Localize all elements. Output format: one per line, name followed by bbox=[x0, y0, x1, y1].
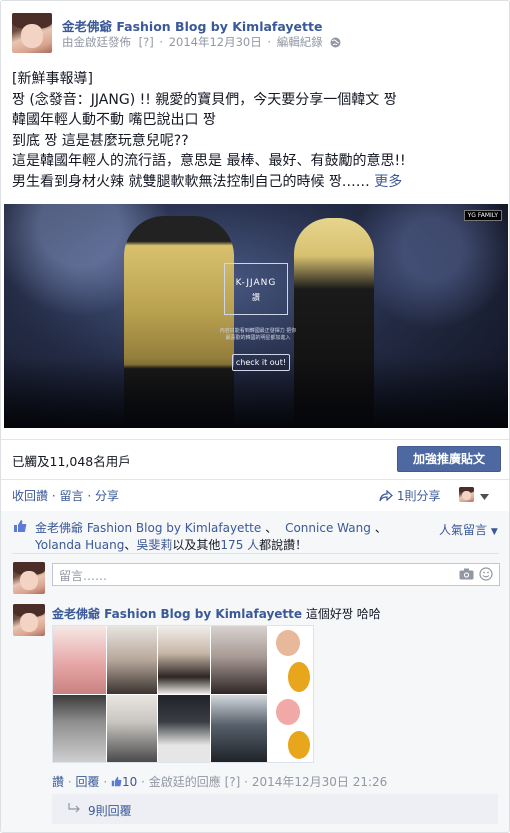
help-link[interactable]: [?] bbox=[139, 35, 154, 49]
comment-by[interactable]: 金啟廷的回應 bbox=[149, 775, 221, 789]
collage-photo bbox=[107, 626, 157, 694]
edit-history-link[interactable]: 編輯紀錄 bbox=[277, 35, 323, 49]
link-preview-image[interactable]: YG FAMILY K-JJANG 讚 內容只能看到韓國最正發揮力 把你最喜歡的… bbox=[4, 204, 508, 428]
comment-author[interactable]: 金老佛爺 Fashion Blog by Kimlafayette bbox=[52, 607, 302, 621]
post-line: [新鮮事報導] bbox=[12, 71, 93, 87]
k-jjang-title: K-JJANG bbox=[235, 278, 277, 288]
post-line: 男生看到身材火辣 就雙腿軟軟無法控制自己的時候 짱…… 更多 bbox=[12, 172, 406, 193]
divider bbox=[1, 479, 509, 480]
commenter-avatar[interactable] bbox=[13, 604, 45, 636]
comment-text: 這個好짱 哈哈 bbox=[305, 607, 381, 621]
brand-tag: YG FAMILY bbox=[463, 210, 502, 221]
reach-stat: 已觸及11,048名用戶 bbox=[12, 454, 131, 469]
post-card: 金老佛爺 Fashion Blog by Kimlafayette 由金啟廷發佈… bbox=[0, 0, 510, 833]
collage-photo bbox=[268, 626, 313, 694]
divider bbox=[1, 439, 509, 440]
post-body: [新鮮事報導] 짱 (念發音：JJANG) !! 親愛的寶貝們，今天要分享一個韓… bbox=[12, 69, 406, 192]
hero-tagline: 內容只能看到韓國最正發揮力 把你最喜歡的韓國的明星都加進入 bbox=[219, 328, 297, 341]
thumb-icon bbox=[111, 776, 122, 790]
view-replies-link[interactable]: 9則回覆 bbox=[52, 794, 498, 824]
share-button[interactable]: 分享 bbox=[95, 489, 119, 503]
post-line-text: 男生看到身材火辣 就雙腿軟軟無法控制自己的時候 짱…… bbox=[12, 173, 370, 190]
comment-reply-button[interactable]: 回覆 bbox=[76, 775, 100, 789]
comment-sort-dropdown[interactable]: 人氣留言 ▼ bbox=[439, 521, 498, 538]
like-thumb-icon bbox=[13, 519, 27, 536]
k-jjang-logo-box: K-JJANG 讚 bbox=[224, 263, 288, 315]
divider bbox=[12, 553, 499, 554]
comment-body: 金老佛爺 Fashion Blog by Kimlafayette 這個好짱 哈… bbox=[52, 605, 381, 622]
liker-link[interactable]: Connice Wang bbox=[285, 521, 371, 535]
reply-arrow-icon bbox=[68, 802, 82, 817]
post-line: 到底 짱 這是甚麼玩意兒呢?? bbox=[12, 132, 189, 149]
collage-photo bbox=[158, 626, 210, 694]
comment-like-count[interactable]: 10 bbox=[111, 775, 141, 789]
k-jjang-sub: 讚 bbox=[252, 293, 260, 302]
post-author[interactable]: 金老佛爺 Fashion Blog by Kimlafayette bbox=[62, 16, 322, 35]
check-it-out-button[interactable]: check it out! bbox=[232, 354, 290, 371]
collage-photo bbox=[211, 695, 267, 762]
collage-photo bbox=[53, 695, 106, 762]
comment-date[interactable]: 2014年12月30日 21:26 bbox=[252, 775, 387, 789]
comment-button[interactable]: 留言 bbox=[60, 489, 84, 503]
comment-like-button[interactable]: 讚 bbox=[52, 775, 64, 789]
collage-photo bbox=[268, 695, 313, 762]
unlike-button[interactable]: 收回讚 bbox=[12, 489, 48, 503]
author-avatar[interactable] bbox=[12, 13, 52, 53]
share-count-link[interactable]: 1則分享 bbox=[379, 487, 440, 505]
camera-icon[interactable] bbox=[459, 568, 474, 583]
comment-input[interactable]: 留言…… bbox=[52, 563, 500, 586]
liker-link[interactable]: Yolanda Huang bbox=[35, 538, 124, 552]
post-line: 韓國年輕人動不動 嘴巴說出口 짱 bbox=[12, 112, 216, 128]
post-as-avatar[interactable] bbox=[459, 487, 474, 502]
see-more-link[interactable]: 更多 bbox=[374, 174, 402, 190]
liker-link[interactable]: 金老佛爺 Fashion Blog by Kimlafayette bbox=[35, 521, 261, 535]
other-likers-link[interactable]: 175 人 bbox=[220, 538, 259, 552]
post-actions: 收回讚 · 留言 · 分享 bbox=[12, 489, 120, 503]
liker-link[interactable]: 吳斐莉 bbox=[136, 538, 172, 552]
post-date[interactable]: 2014年12月30日 bbox=[169, 35, 262, 49]
sort-chevron-icon: ▼ bbox=[490, 527, 498, 537]
post-line: 짱 (念發音：JJANG) !! 親愛的寶貝們，今天要分享一個韓文 짱 bbox=[12, 91, 397, 108]
globe-icon[interactable] bbox=[330, 37, 341, 51]
emoji-icon[interactable] bbox=[479, 567, 493, 584]
collage-photo bbox=[107, 695, 157, 762]
post-line: 這是韓國年輕人的流行語，意思是 最棒、最好、有鼓勵的意思!! bbox=[12, 153, 406, 169]
posted-by[interactable]: 由金啟廷發佈 bbox=[62, 35, 131, 49]
comment-placeholder: 留言…… bbox=[59, 569, 108, 583]
collage-photo bbox=[211, 626, 267, 694]
share-arrow-icon bbox=[379, 489, 393, 505]
post-meta: 由金啟廷發佈 [?] · 2014年12月30日 · 編輯紀錄 bbox=[62, 34, 341, 51]
comment-meta: 讚 · 回覆 · 10 · 金啟廷的回應 [?] · 2014年12月30日 2… bbox=[52, 775, 388, 789]
collage-photo bbox=[53, 626, 106, 694]
collage-photo bbox=[158, 695, 210, 762]
help-link[interactable]: [?] bbox=[225, 775, 241, 789]
chevron-down-icon[interactable] bbox=[480, 490, 489, 504]
viewer-avatar bbox=[13, 562, 45, 594]
boost-post-button[interactable]: 加強推廣貼文 bbox=[397, 446, 501, 472]
comment-photo-collage[interactable] bbox=[52, 625, 314, 763]
likes-summary: 金老佛爺 Fashion Blog by Kimlafayette、 Conni… bbox=[35, 521, 387, 552]
